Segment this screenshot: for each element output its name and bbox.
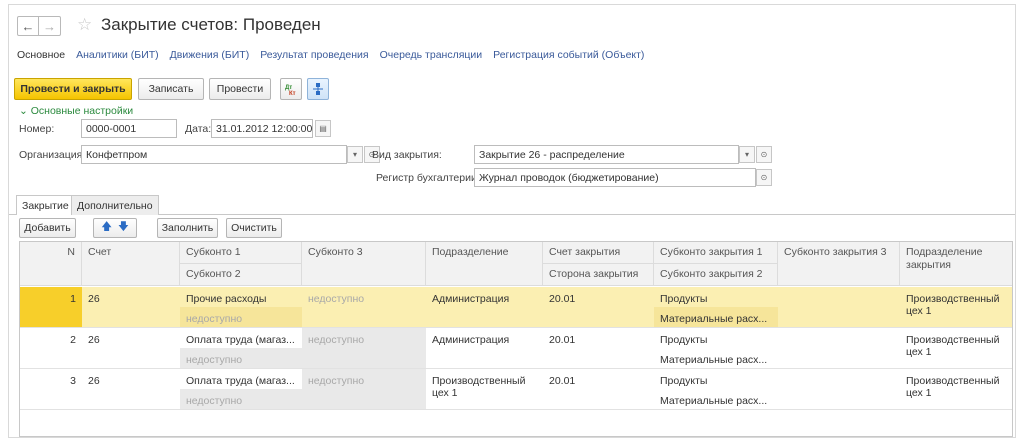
date-field[interactable]: 31.01.2012 12:00:00 xyxy=(211,119,313,138)
organization-field[interactable]: Конфетпром xyxy=(81,145,347,164)
save-button[interactable]: Записать xyxy=(138,78,204,100)
cell-subconto3[interactable]: недоступно xyxy=(302,330,426,350)
svg-text:Кт: Кт xyxy=(289,91,296,96)
cell-closing-sub1[interactable]: Продукты xyxy=(654,371,778,391)
structure-icon xyxy=(313,83,323,95)
arrow-left-icon: ← xyxy=(21,18,35,34)
cell-n[interactable]: 3 xyxy=(20,371,82,391)
nav-links: Основное Аналитики (БИТ) Движения (БИТ) … xyxy=(17,49,655,61)
closing-type-label: Вид закрытия: xyxy=(372,149,442,161)
link-posting-result[interactable]: Результат проведения xyxy=(260,49,368,61)
tab-underline xyxy=(9,214,1015,215)
structure-button[interactable] xyxy=(307,78,329,100)
cell-subconto1[interactable]: Оплата труда (магаз... xyxy=(180,371,302,391)
dropdown-icon: ▾ xyxy=(744,150,749,159)
header-n: N xyxy=(20,242,82,286)
link-translation-queue[interactable]: Очередь трансляции xyxy=(380,49,483,61)
cell-department[interactable]: Администрация xyxy=(426,330,543,350)
number-label: Номер: xyxy=(19,123,55,135)
organization-label: Организация: xyxy=(19,149,86,161)
post-button[interactable]: Провести xyxy=(209,78,271,100)
closing-type-field[interactable]: Закрытие 26 - распределение xyxy=(474,145,739,164)
cell-closing-dept[interactable]: Производственный цех 1 xyxy=(900,289,1010,321)
cell-closing-sub1[interactable]: Продукты xyxy=(654,330,778,350)
cell-closing-dept[interactable]: Производственный цех 1 xyxy=(900,330,1010,362)
row-divider xyxy=(20,409,1012,410)
arrow-up-icon[interactable]: 🡅 xyxy=(101,219,112,237)
back-button[interactable]: ← xyxy=(17,16,39,36)
header-subconto3: Субконто 3 xyxy=(302,242,426,286)
cell-n[interactable]: 1 xyxy=(20,289,82,309)
date-label: Дата: xyxy=(185,123,212,135)
header-closing-account: Счет закрытия xyxy=(543,242,654,264)
section-title: Основные настройки xyxy=(30,105,134,117)
register-label: Регистр бухгалтерии: xyxy=(376,172,480,184)
tab-additional[interactable]: Дополнительно xyxy=(71,195,159,215)
link-movements[interactable]: Движения (БИТ) xyxy=(170,49,250,61)
favorite-star-icon[interactable]: ☆ xyxy=(77,15,92,35)
header-closing-side: Сторона закрытия xyxy=(543,264,654,286)
cell-subconto3[interactable]: недоступно xyxy=(302,289,426,309)
section-main-settings[interactable]: ⌄ Основные настройки xyxy=(19,105,133,117)
cell-closing-account[interactable]: 20.01 xyxy=(543,330,654,350)
header-department: Подразделение xyxy=(426,242,543,286)
calendar-icon: ▤ xyxy=(319,124,327,133)
cell-closing-dept[interactable]: Производственный цех 1 xyxy=(900,371,1010,403)
closing-type-open-button[interactable]: ⊙ xyxy=(756,146,772,163)
link-event-registration[interactable]: Регистрация событий (Объект) xyxy=(493,49,644,61)
open-link-icon: ⊙ xyxy=(760,150,768,159)
link-analytics[interactable]: Аналитики (БИТ) xyxy=(76,49,159,61)
dt-kt-icon: Дт Кт xyxy=(285,85,296,96)
row-divider xyxy=(20,368,1012,369)
register-open-button[interactable]: ⊙ xyxy=(756,169,772,186)
header-closing-sub2: Субконто закрытия 2 xyxy=(654,264,778,286)
add-row-button[interactable]: Добавить xyxy=(19,218,76,238)
cell-closing-account[interactable]: 20.01 xyxy=(543,371,654,391)
chevron-down-icon: ⌄ xyxy=(19,105,28,117)
cell-subconto3[interactable]: недоступно xyxy=(302,371,426,391)
header-subconto1: Субконто 1 xyxy=(180,242,302,264)
cell-subconto1[interactable]: Оплата труда (магаз... xyxy=(180,330,302,350)
cell-account[interactable]: 26 xyxy=(82,371,180,391)
post-and-close-button[interactable]: Провести и закрыть xyxy=(14,78,132,100)
register-field[interactable]: Журнал проводок (бюджетирование) xyxy=(474,168,756,187)
link-main[interactable]: Основное xyxy=(17,49,65,61)
clear-button[interactable]: Очистить xyxy=(226,218,282,238)
header-closing-dept: Подразделение закрытия xyxy=(900,242,1012,286)
open-link-icon: ⊙ xyxy=(760,173,768,182)
tab-closing[interactable]: Закрытие xyxy=(16,195,75,215)
document-form: ← → ☆ Закрытие счетов: Проведен Основное… xyxy=(8,4,1016,438)
closing-table: N Счет Субконто 1 Субконто 2 Субконто 3 … xyxy=(19,241,1013,437)
header-account: Счет xyxy=(82,242,180,286)
forward-button[interactable]: → xyxy=(39,16,61,36)
cell-subconto1[interactable]: Прочие расходы xyxy=(180,289,302,309)
cell-closing-sub1[interactable]: Продукты xyxy=(654,289,778,309)
row-divider xyxy=(20,327,1012,328)
arrow-down-icon[interactable]: 🡇 xyxy=(118,219,129,237)
arrow-right-icon: → xyxy=(43,18,56,34)
header-closing-sub3: Субконто закрытия 3 xyxy=(778,242,900,286)
organization-dropdown-button[interactable]: ▾ xyxy=(347,146,363,163)
header-subconto2: Субконто 2 xyxy=(180,264,302,286)
dropdown-icon: ▾ xyxy=(352,150,357,159)
cell-department[interactable]: Администрация xyxy=(426,289,543,309)
calendar-button[interactable]: ▤ xyxy=(315,120,331,137)
header-closing-sub1: Субконто закрытия 1 xyxy=(654,242,778,264)
cell-account[interactable]: 26 xyxy=(82,289,180,309)
cell-department[interactable]: Производственный цех 1 xyxy=(426,371,536,403)
move-buttons: 🡅 🡇 xyxy=(93,218,137,238)
dt-kt-button[interactable]: Дт Кт xyxy=(280,78,302,100)
fill-button[interactable]: Заполнить xyxy=(157,218,218,238)
page-title: Закрытие счетов: Проведен xyxy=(101,15,321,34)
cell-n[interactable]: 2 xyxy=(20,330,82,350)
cell-closing-account[interactable]: 20.01 xyxy=(543,289,654,309)
cell-account[interactable]: 26 xyxy=(82,330,180,350)
number-field[interactable]: 0000-0001 xyxy=(81,119,177,138)
closing-type-dropdown-button[interactable]: ▾ xyxy=(739,146,755,163)
